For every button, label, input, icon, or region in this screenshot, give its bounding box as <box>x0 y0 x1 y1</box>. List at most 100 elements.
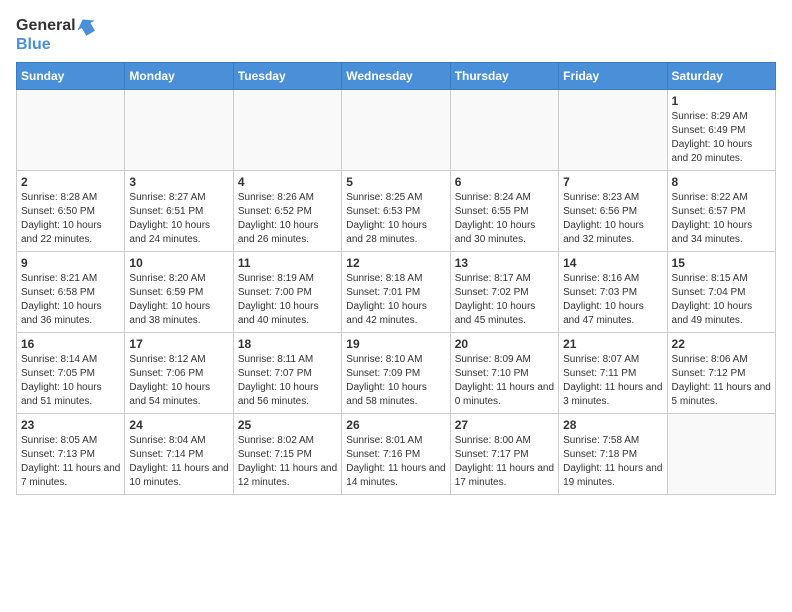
day-info: Sunrise: 8:12 AM Sunset: 7:06 PM Dayligh… <box>129 353 228 409</box>
day-number: 26 <box>346 418 445 432</box>
header-row: SundayMondayTuesdayWednesdayThursdayFrid… <box>17 63 776 90</box>
calendar-cell: 8 Sunrise: 8:22 AM Sunset: 6:57 PM Daylig… <box>667 171 775 252</box>
day-number: 13 <box>455 256 554 270</box>
day-info: Sunrise: 7:58 AM Sunset: 7:18 PM Dayligh… <box>563 434 662 490</box>
day-info: Sunrise: 8:04 AM Sunset: 7:14 PM Dayligh… <box>129 434 228 490</box>
calendar-week-row: 16 Sunrise: 8:14 AM Sunset: 7:05 PM Dayli… <box>17 333 776 414</box>
calendar-cell: 23 Sunrise: 8:05 AM Sunset: 7:13 PM Dayli… <box>17 414 125 495</box>
day-info: Sunrise: 8:24 AM Sunset: 6:55 PM Dayligh… <box>455 191 554 247</box>
page-header: General Blue <box>16 16 776 54</box>
day-info: Sunrise: 8:09 AM Sunset: 7:10 PM Dayligh… <box>455 353 554 409</box>
day-number: 15 <box>672 256 771 270</box>
day-of-week-header: Thursday <box>450 63 558 90</box>
calendar-cell: 1 Sunrise: 8:29 AM Sunset: 6:49 PM Daylig… <box>667 90 775 171</box>
calendar-table: SundayMondayTuesdayWednesdayThursdayFrid… <box>16 62 776 495</box>
day-number: 12 <box>346 256 445 270</box>
day-number: 8 <box>672 175 771 189</box>
day-number: 9 <box>21 256 120 270</box>
day-of-week-header: Friday <box>559 63 667 90</box>
day-number: 7 <box>563 175 662 189</box>
day-of-week-header: Saturday <box>667 63 775 90</box>
day-number: 19 <box>346 337 445 351</box>
calendar-week-row: 9Sunrise: 8:21 AM Sunset: 6:58 PM Daylig… <box>17 252 776 333</box>
day-number: 6 <box>455 175 554 189</box>
day-of-week-header: Monday <box>125 63 233 90</box>
day-info: Sunrise: 8:07 AM Sunset: 7:11 PM Dayligh… <box>563 353 662 409</box>
calendar-cell <box>450 90 558 171</box>
day-number: 17 <box>129 337 228 351</box>
day-info: Sunrise: 8:23 AM Sunset: 6:56 PM Dayligh… <box>563 191 662 247</box>
calendar-cell: 18 Sunrise: 8:11 AM Sunset: 7:07 PM Dayli… <box>233 333 341 414</box>
day-number: 1 <box>672 94 771 108</box>
calendar-cell: 13 Sunrise: 8:17 AM Sunset: 7:02 PM Dayli… <box>450 252 558 333</box>
day-of-week-header: Tuesday <box>233 63 341 90</box>
day-number: 27 <box>455 418 554 432</box>
calendar-week-row: 23 Sunrise: 8:05 AM Sunset: 7:13 PM Dayli… <box>17 414 776 495</box>
calendar-cell: 2 Sunrise: 8:28 AM Sunset: 6:50 PM Daylig… <box>17 171 125 252</box>
day-info: Sunrise: 8:15 AM Sunset: 7:04 PM Dayligh… <box>672 272 771 328</box>
day-number: 18 <box>238 337 337 351</box>
day-info: Sunrise: 8:11 AM Sunset: 7:07 PM Dayligh… <box>238 353 337 409</box>
day-number: 28 <box>563 418 662 432</box>
day-info: Sunrise: 8:22 AM Sunset: 6:57 PM Dayligh… <box>672 191 771 247</box>
day-number: 10 <box>129 256 228 270</box>
calendar-cell: 20 Sunrise: 8:09 AM Sunset: 7:10 PM Dayli… <box>450 333 558 414</box>
day-number: 14 <box>563 256 662 270</box>
calendar-cell: 27 Sunrise: 8:00 AM Sunset: 7:17 PM Dayli… <box>450 414 558 495</box>
day-info: Sunrise: 8:26 AM Sunset: 6:52 PM Dayligh… <box>238 191 337 247</box>
calendar-cell: 7 Sunrise: 8:23 AM Sunset: 6:56 PM Daylig… <box>559 171 667 252</box>
calendar-cell: 6 Sunrise: 8:24 AM Sunset: 6:55 PM Daylig… <box>450 171 558 252</box>
calendar-cell: 28 Sunrise: 7:58 AM Sunset: 7:18 PM Dayli… <box>559 414 667 495</box>
calendar-cell: 21 Sunrise: 8:07 AM Sunset: 7:11 PM Dayli… <box>559 333 667 414</box>
calendar-cell: 15 Sunrise: 8:15 AM Sunset: 7:04 PM Dayli… <box>667 252 775 333</box>
calendar-cell: 5Sunrise: 8:25 AM Sunset: 6:53 PM Daylig… <box>342 171 450 252</box>
day-info: Sunrise: 8:14 AM Sunset: 7:05 PM Dayligh… <box>21 353 120 409</box>
day-of-week-header: Wednesday <box>342 63 450 90</box>
day-of-week-header: Sunday <box>17 63 125 90</box>
day-number: 21 <box>563 337 662 351</box>
calendar-cell <box>559 90 667 171</box>
calendar-cell: 19 Sunrise: 8:10 AM Sunset: 7:09 PM Dayli… <box>342 333 450 414</box>
calendar-cell: 26 Sunrise: 8:01 AM Sunset: 7:16 PM Dayli… <box>342 414 450 495</box>
day-info: Sunrise: 8:17 AM Sunset: 7:02 PM Dayligh… <box>455 272 554 328</box>
day-info: Sunrise: 8:19 AM Sunset: 7:00 PM Dayligh… <box>238 272 337 328</box>
calendar-cell: 16 Sunrise: 8:14 AM Sunset: 7:05 PM Dayli… <box>17 333 125 414</box>
logo-arrow-icon <box>78 16 98 36</box>
day-number: 24 <box>129 418 228 432</box>
day-info: Sunrise: 8:25 AM Sunset: 6:53 PM Dayligh… <box>346 191 445 247</box>
day-info: Sunrise: 8:29 AM Sunset: 6:49 PM Dayligh… <box>672 110 771 166</box>
calendar-cell <box>17 90 125 171</box>
calendar-cell: 10 Sunrise: 8:20 AM Sunset: 6:59 PM Dayli… <box>125 252 233 333</box>
day-info: Sunrise: 8:20 AM Sunset: 6:59 PM Dayligh… <box>129 272 228 328</box>
calendar-cell: 12 Sunrise: 8:18 AM Sunset: 7:01 PM Dayli… <box>342 252 450 333</box>
calendar-cell: 11 Sunrise: 8:19 AM Sunset: 7:00 PM Dayli… <box>233 252 341 333</box>
calendar-cell: 25Sunrise: 8:02 AM Sunset: 7:15 PM Dayli… <box>233 414 341 495</box>
calendar-cell <box>125 90 233 171</box>
day-number: 22 <box>672 337 771 351</box>
calendar-cell: 14 Sunrise: 8:16 AM Sunset: 7:03 PM Dayli… <box>559 252 667 333</box>
calendar-body: 1 Sunrise: 8:29 AM Sunset: 6:49 PM Daylig… <box>17 90 776 495</box>
day-info: Sunrise: 8:01 AM Sunset: 7:16 PM Dayligh… <box>346 434 445 490</box>
calendar-cell: 3Sunrise: 8:27 AM Sunset: 6:51 PM Daylig… <box>125 171 233 252</box>
day-number: 2 <box>21 175 120 189</box>
calendar-cell: 24 Sunrise: 8:04 AM Sunset: 7:14 PM Dayli… <box>125 414 233 495</box>
day-info: Sunrise: 8:16 AM Sunset: 7:03 PM Dayligh… <box>563 272 662 328</box>
day-info: Sunrise: 8:00 AM Sunset: 7:17 PM Dayligh… <box>455 434 554 490</box>
day-number: 20 <box>455 337 554 351</box>
calendar-cell: 17 Sunrise: 8:12 AM Sunset: 7:06 PM Dayli… <box>125 333 233 414</box>
calendar-week-row: 2 Sunrise: 8:28 AM Sunset: 6:50 PM Daylig… <box>17 171 776 252</box>
calendar-header: SundayMondayTuesdayWednesdayThursdayFrid… <box>17 63 776 90</box>
calendar-cell <box>667 414 775 495</box>
day-info: Sunrise: 8:02 AM Sunset: 7:15 PM Dayligh… <box>238 434 337 490</box>
calendar-cell <box>342 90 450 171</box>
day-number: 11 <box>238 256 337 270</box>
day-info: Sunrise: 8:06 AM Sunset: 7:12 PM Dayligh… <box>672 353 771 409</box>
logo-text-general: General <box>16 17 76 35</box>
day-info: Sunrise: 8:18 AM Sunset: 7:01 PM Dayligh… <box>346 272 445 328</box>
day-number: 16 <box>21 337 120 351</box>
day-info: Sunrise: 8:28 AM Sunset: 6:50 PM Dayligh… <box>21 191 120 247</box>
day-info: Sunrise: 8:05 AM Sunset: 7:13 PM Dayligh… <box>21 434 120 490</box>
day-info: Sunrise: 8:10 AM Sunset: 7:09 PM Dayligh… <box>346 353 445 409</box>
day-number: 23 <box>21 418 120 432</box>
calendar-cell: 22 Sunrise: 8:06 AM Sunset: 7:12 PM Dayli… <box>667 333 775 414</box>
